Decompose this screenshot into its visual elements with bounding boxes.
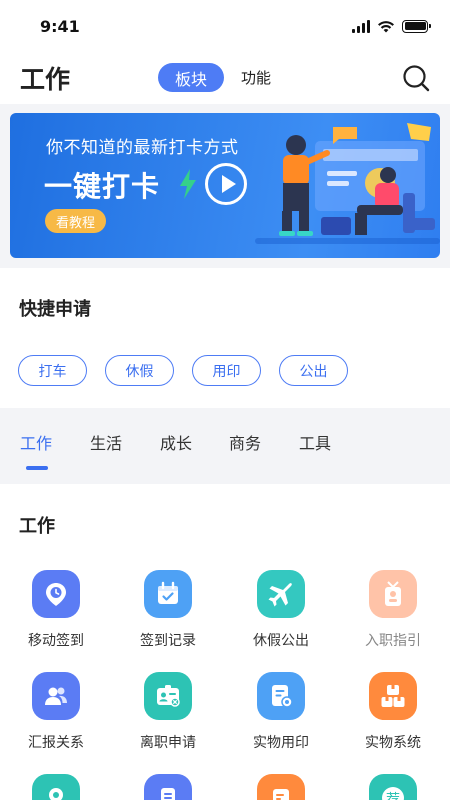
app-label: 签到记录 (140, 633, 196, 649)
quick-apply-title: 快捷申请 (19, 299, 91, 320)
chip-taxi[interactable]: 打车 (18, 355, 87, 386)
location-clock-icon (32, 570, 80, 618)
boxes-icon (369, 672, 417, 720)
wifi-icon (378, 20, 394, 32)
status-bar: 9:41 (0, 0, 450, 52)
header: 工作 板块 功能 (0, 52, 450, 104)
work-section-title: 工作 (19, 516, 55, 537)
recommend-icon: 荐 (369, 774, 417, 800)
app-physical-system[interactable]: 实物系统 (337, 672, 449, 752)
id-card-icon (144, 672, 192, 720)
app-label: 休假公出 (253, 633, 309, 649)
app-mobile-checkin[interactable]: 移动签到 (0, 570, 112, 650)
airplane-icon (257, 570, 305, 618)
app-reporting-line[interactable]: 汇报关系 (0, 672, 112, 752)
lightning-icon (180, 169, 196, 199)
document-stamp-icon (257, 672, 305, 720)
app-partial-1[interactable] (0, 774, 112, 800)
people-icon (32, 672, 80, 720)
banner-illustration (255, 123, 440, 244)
app-label: 实物系统 (365, 735, 421, 751)
tab-life[interactable]: 生活 (90, 430, 122, 454)
quick-apply-chips: 打车 休假 用印 公出 (18, 355, 348, 386)
signal-icon (352, 19, 370, 33)
banner-title: 一键打卡 (44, 170, 161, 203)
app-resignation[interactable]: 离职申请 (112, 672, 224, 752)
app-label: 离职申请 (140, 735, 196, 751)
segment-gongneng[interactable]: 功能 (224, 63, 288, 92)
work-section: 工作 移动签到 签到记录 休假公出 入职指引 汇报关系 离职申请 实物用印 实物… (0, 484, 450, 800)
calendar-check-icon (144, 570, 192, 618)
status-icons (352, 19, 431, 33)
app-physical-seal[interactable]: 实物用印 (225, 672, 337, 752)
edit-doc-icon (257, 774, 305, 800)
tab-growth[interactable]: 成长 (160, 430, 192, 454)
watch-tutorial-button[interactable]: 看教程 (45, 209, 107, 233)
page-title: 工作 (20, 65, 71, 94)
play-icon[interactable] (205, 163, 247, 205)
chip-business-trip[interactable]: 公出 (279, 355, 348, 386)
quick-apply-section: 快捷申请 打车 休假 用印 公出 (0, 268, 450, 408)
app-label: 移动签到 (28, 633, 84, 649)
app-leave-trip[interactable]: 休假公出 (225, 570, 337, 650)
active-tab-indicator (26, 466, 48, 470)
app-label: 汇报关系 (28, 735, 84, 751)
app-partial-2[interactable] (112, 774, 224, 800)
list-icon (144, 774, 192, 800)
banner-subtitle: 你不知道的最新打卡方式 (46, 138, 239, 158)
tab-work[interactable]: 工作 (20, 430, 52, 454)
banner-container: 你不知道的最新打卡方式 一键打卡 看教程 (0, 104, 450, 268)
app-label: 入职指引 (365, 633, 421, 649)
search-icon[interactable] (402, 64, 430, 92)
app-label: 实物用印 (253, 735, 309, 751)
tab-business[interactable]: 商务 (229, 430, 261, 454)
promo-banner[interactable]: 你不知道的最新打卡方式 一键打卡 看教程 (10, 113, 440, 258)
app-onboarding-guide[interactable]: 入职指引 (337, 570, 449, 650)
tab-tools[interactable]: 工具 (299, 430, 331, 454)
chip-seal[interactable]: 用印 (192, 355, 261, 386)
map-pin-icon (32, 774, 80, 800)
badge-icon (369, 570, 417, 618)
chip-leave[interactable]: 休假 (105, 355, 174, 386)
recommend-glyph: 荐 (386, 792, 400, 800)
segment-control: 板块 功能 (158, 63, 288, 92)
category-tabs: 工作 生活 成长 商务 工具 (0, 408, 450, 484)
app-checkin-records[interactable]: 签到记录 (112, 570, 224, 650)
app-partial-4[interactable]: 荐 (337, 774, 449, 800)
app-partial-3[interactable] (225, 774, 337, 800)
status-time: 9:41 (40, 16, 80, 36)
battery-icon (402, 19, 431, 33)
segment-bankuai[interactable]: 板块 (158, 63, 225, 92)
